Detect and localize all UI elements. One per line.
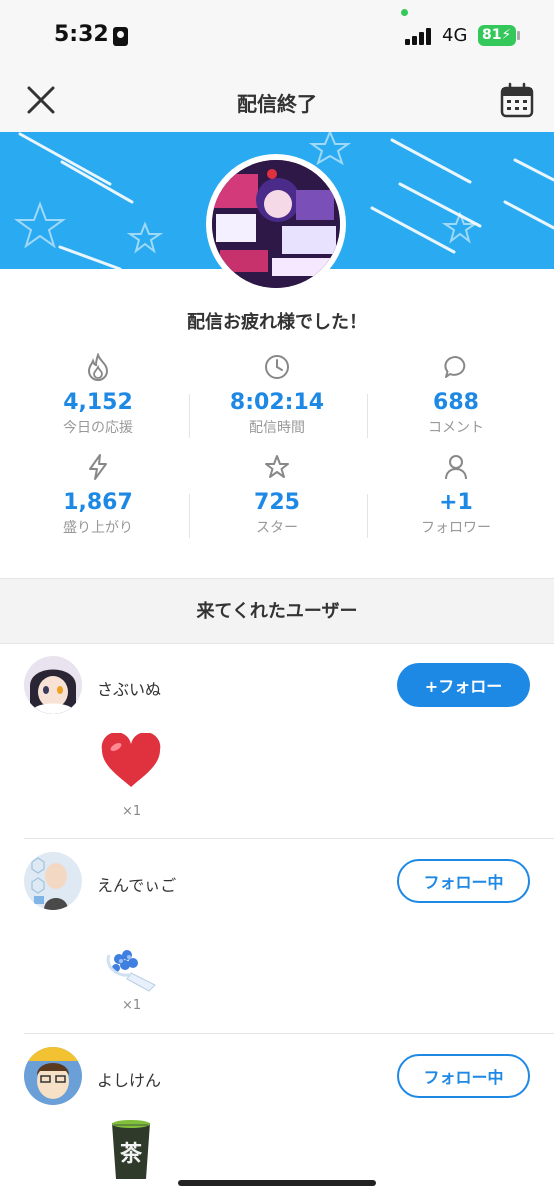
- home-indicator[interactable]: [178, 1180, 376, 1186]
- stat-excitement: 1,867 盛り上がり: [6, 452, 190, 537]
- stat-label: 配信時間: [249, 420, 305, 436]
- stat-divider: [189, 494, 190, 538]
- stat-label: スター: [256, 520, 298, 536]
- visitor-name[interactable]: えんでぃご: [97, 872, 176, 896]
- stat-duration: 8:02:14 配信時間: [185, 352, 369, 437]
- visitors-title: 来てくれたユーザー: [196, 601, 358, 622]
- stream-thumbnail: [206, 154, 346, 294]
- star-icon: [185, 452, 369, 482]
- stat-label: コメント: [428, 420, 484, 436]
- network-type: 4G: [442, 25, 468, 46]
- cellular-signal-icon: [405, 27, 435, 45]
- stat-value: 8:02:14: [229, 390, 325, 415]
- calendar-icon[interactable]: [500, 82, 534, 118]
- svg-text:茶: 茶: [120, 1142, 143, 1167]
- stat-followers: +1 フォロワー: [364, 452, 548, 537]
- visitor-name[interactable]: よしけん: [97, 1067, 161, 1091]
- row-divider: [24, 838, 554, 839]
- stat-value: 688: [433, 390, 479, 415]
- follow-button[interactable]: +フォロー: [397, 663, 530, 707]
- status-bar: 5:32 4G 81⚡: [0, 0, 554, 72]
- battery-level: 81: [482, 27, 502, 43]
- battery-cap: [517, 31, 520, 40]
- avatar[interactable]: [24, 656, 82, 714]
- tea-cup-icon: 茶: [98, 1117, 164, 1183]
- flame-icon: [6, 352, 190, 382]
- bouquet-icon: [98, 932, 164, 998]
- stat-value: 4,152: [63, 390, 133, 415]
- stat-divider: [367, 494, 368, 538]
- contact-card-icon: [113, 27, 128, 46]
- following-button[interactable]: フォロー中: [397, 1054, 530, 1098]
- gift-count: ×1: [122, 804, 142, 819]
- heart-icon: [98, 728, 164, 794]
- stat-label: 今日の応援: [63, 420, 133, 436]
- lightning-icon: [6, 452, 190, 482]
- person-icon: [364, 452, 548, 482]
- stat-divider: [189, 394, 190, 438]
- avatar[interactable]: [24, 1047, 82, 1105]
- stat-value: 725: [254, 490, 300, 515]
- clock-icon: [185, 352, 369, 382]
- status-time: 5:32: [54, 22, 109, 47]
- stat-value: +1: [439, 490, 473, 515]
- battery-indicator: 81⚡: [478, 25, 516, 46]
- nav-bar: 配信終了: [0, 72, 554, 132]
- stat-value: 1,867: [63, 490, 133, 515]
- stream-complete-message: 配信お疲れ様でした！: [187, 312, 367, 333]
- visitor-name[interactable]: さぶいぬ: [97, 676, 161, 700]
- privacy-indicator: [401, 9, 408, 16]
- stat-label: 盛り上がり: [63, 520, 133, 536]
- following-button[interactable]: フォロー中: [397, 859, 530, 903]
- thumbnail-art: [212, 160, 340, 288]
- stat-label: フォロワー: [421, 520, 491, 536]
- stat-stars: 725 スター: [185, 452, 369, 537]
- page-title: 配信終了: [237, 92, 317, 116]
- comment-icon: [364, 352, 548, 382]
- visitors-header: 来てくれたユーザー: [0, 578, 554, 644]
- stat-support: 4,152 今日の応援: [6, 352, 190, 437]
- stat-divider: [367, 394, 368, 438]
- row-divider: [24, 1033, 554, 1034]
- gift-count: ×1: [122, 998, 142, 1013]
- stat-comments: 688 コメント: [364, 352, 548, 437]
- avatar[interactable]: [24, 852, 82, 910]
